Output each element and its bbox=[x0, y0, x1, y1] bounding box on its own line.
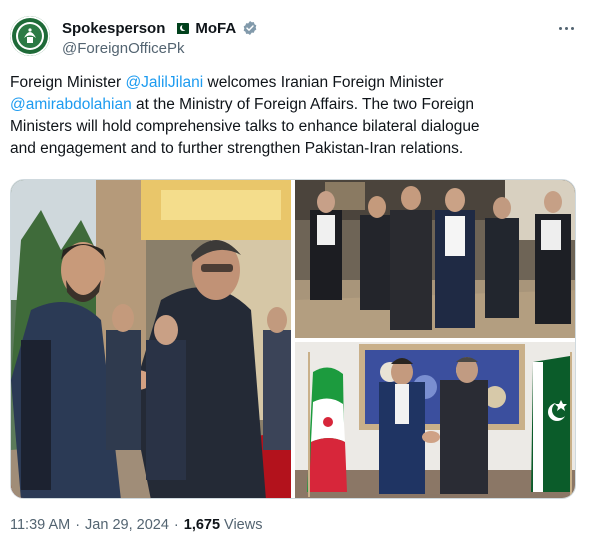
tweet-text-line-2: @amirabdolahian at the Ministry of Forei… bbox=[10, 94, 585, 116]
tweet-text-segment: welcomes Iranian Foreign Minister bbox=[203, 74, 444, 91]
more-options-button[interactable] bbox=[556, 18, 576, 38]
tweet-date[interactable]: Jan 29, 2024 bbox=[85, 517, 169, 533]
more-dot-icon bbox=[570, 26, 574, 30]
tweet-time[interactable]: 11:39 AM bbox=[10, 517, 70, 533]
views-count: 1,675 bbox=[183, 517, 221, 533]
author-org-label[interactable]: MoFA bbox=[195, 20, 236, 37]
flags-handshake-photo[interactable] bbox=[295, 342, 575, 498]
tweet-text-line-1: Foreign Minister @JalilJilani welcomes I… bbox=[10, 72, 585, 94]
tweet-text-line-3: Ministers will hold comprehensive talks … bbox=[10, 118, 480, 135]
separator-dot: · bbox=[75, 517, 81, 533]
author-display-name[interactable]: Spokesperson bbox=[62, 20, 165, 37]
views-label: Views bbox=[224, 517, 263, 533]
more-dot-icon bbox=[558, 26, 562, 30]
tweet-card[interactable]: Spokesperson MoFA @ForeignOfficePk Forei… bbox=[0, 0, 593, 550]
author-handle[interactable]: @ForeignOfficePk bbox=[62, 40, 185, 57]
handshake-photo[interactable] bbox=[11, 180, 291, 498]
tweet-text-segment: Foreign Minister bbox=[10, 74, 126, 91]
mention-link-amirabdolahian[interactable]: @amirabdolahian bbox=[10, 96, 132, 113]
media-grid bbox=[10, 179, 576, 499]
tweet-text-line-4: and engagement and to further strengthen… bbox=[10, 140, 464, 157]
verified-badge-icon[interactable] bbox=[242, 20, 258, 36]
tweet-text: Foreign Minister @JalilJilani welcomes I… bbox=[10, 72, 585, 160]
separator-dot: · bbox=[173, 517, 179, 533]
author-name-row[interactable]: Spokesperson MoFA bbox=[62, 18, 258, 38]
mention-link-jalil-jilani[interactable]: @JalilJilani bbox=[125, 74, 203, 91]
more-dot-icon bbox=[564, 26, 568, 30]
tweet-meta: 11:39 AM · Jan 29, 2024 · 1,675 Views bbox=[10, 516, 262, 534]
avatar[interactable] bbox=[10, 16, 50, 56]
mofa-emblem-icon bbox=[10, 16, 50, 56]
pakistan-flag-icon bbox=[173, 22, 190, 34]
tweet-text-segment: at the Ministry of Foreign Affairs. The … bbox=[131, 96, 475, 113]
walking-delegation-photo[interactable] bbox=[295, 180, 575, 338]
